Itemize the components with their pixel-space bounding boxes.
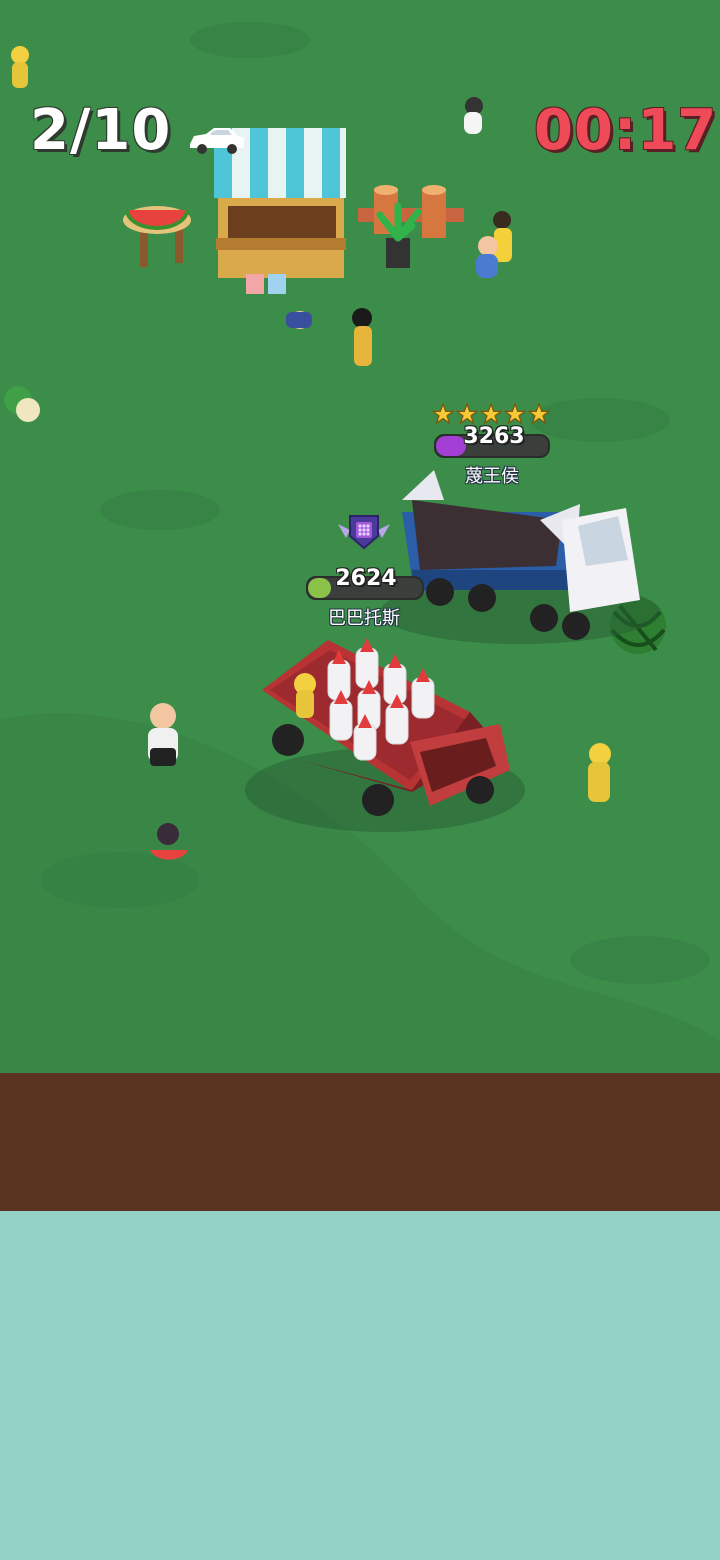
countdown-timer: 00:17 xyxy=(534,98,718,163)
player-name: 巴巴托斯 xyxy=(328,608,400,629)
opponent-name: 蔑王侯 xyxy=(465,466,519,487)
wooden-fence xyxy=(358,185,464,268)
car-icon xyxy=(190,128,244,154)
opponent-score: 3263 xyxy=(463,424,525,449)
star-icon xyxy=(504,403,526,425)
star-icon xyxy=(528,403,550,425)
watermelon-table xyxy=(123,206,191,267)
star-icon xyxy=(456,403,478,425)
lower-area xyxy=(0,1211,720,1560)
player-score: 2624 xyxy=(335,566,397,591)
shield-badge-icon xyxy=(338,515,390,550)
level-progress-counter: 2/10 xyxy=(30,98,172,163)
star-icon xyxy=(480,403,502,425)
game-field[interactable]: 2/10 00:17 3263 蔑王侯 2624 巴巴托斯 xyxy=(0,0,720,1073)
opponent-star-rating xyxy=(432,403,550,425)
ground-strip xyxy=(0,1073,720,1211)
star-icon xyxy=(432,403,454,425)
